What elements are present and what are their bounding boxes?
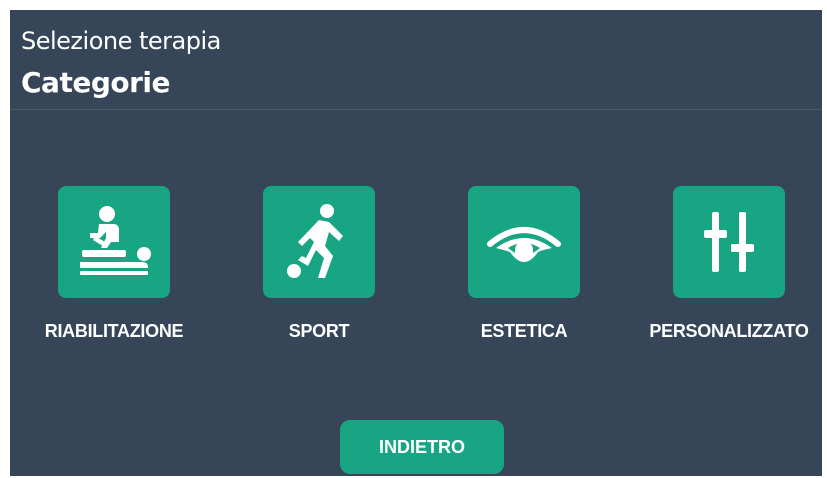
category-tile-personalizzato[interactable] [673, 186, 785, 298]
therapy-selection-screen: Selezione terapia Categorie RIABILITAZIO… [10, 10, 822, 476]
header-divider [10, 109, 822, 110]
category-tile-sport[interactable] [263, 186, 375, 298]
category-label-estetica: ESTETICA [480, 321, 568, 341]
category-label-sport: SPORT [288, 321, 350, 341]
category-sport[interactable]: SPORT [229, 186, 409, 342]
category-tile-estetica[interactable] [468, 186, 580, 298]
eye-icon [487, 227, 561, 262]
category-estetica[interactable]: ESTETICA [434, 186, 614, 342]
page-subtitle: Selezione terapia [21, 27, 221, 55]
page-title: Categorie [21, 66, 171, 99]
category-label-personalizzato: PERSONALIZZATO [649, 321, 809, 341]
massage-therapy-icon [80, 206, 151, 275]
sliders-icon [704, 212, 754, 272]
back-button[interactable]: INDIETRO [340, 420, 504, 474]
category-personalizzato[interactable]: PERSONALIZZATO [639, 186, 819, 342]
category-label-riabilitazione: RIABILITAZIONE [44, 321, 184, 341]
category-riabilitazione[interactable]: RIABILITAZIONE [24, 186, 204, 342]
soccer-player-icon [287, 204, 343, 278]
category-tile-riabilitazione[interactable] [58, 186, 170, 298]
